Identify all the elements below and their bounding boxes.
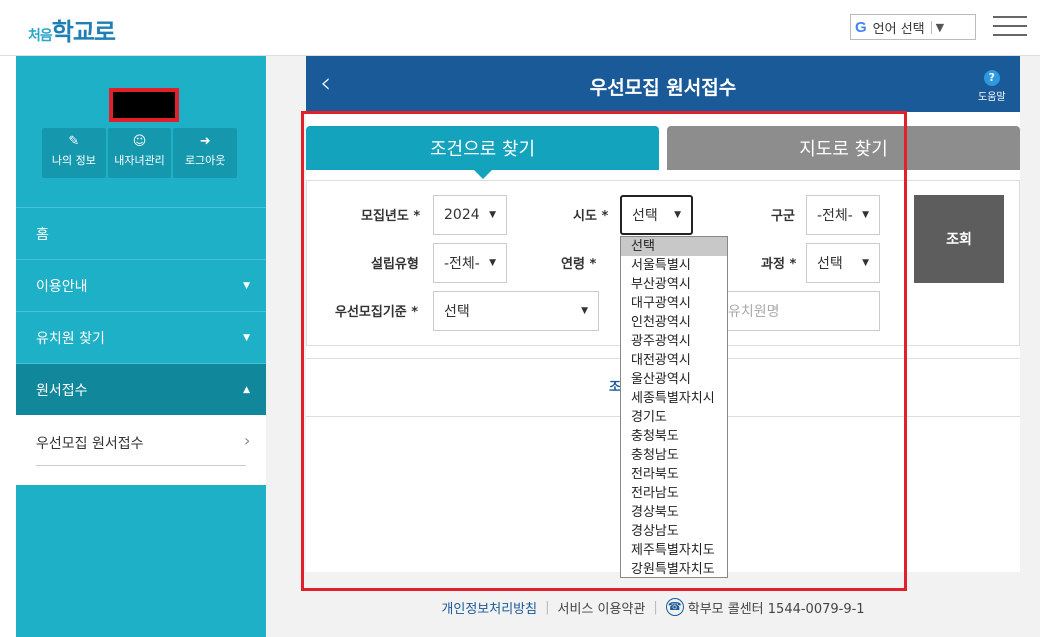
- page-header: ‹ 우선모집 원서접수 ? 도움말: [306, 56, 1020, 112]
- chevron-down-icon: ▼: [243, 280, 250, 291]
- kindergarten-name-input[interactable]: 유치원명: [719, 291, 880, 331]
- child-icon: ☺: [132, 134, 147, 149]
- dropdown-option[interactable]: 강원특별자치도: [621, 560, 727, 579]
- sidebar-item-label: 홈: [36, 226, 49, 243]
- year-value: 2024: [444, 207, 480, 223]
- sidebar-item-label: 유치원 찾기: [36, 330, 105, 347]
- criteria-value: 선택: [444, 304, 470, 320]
- logout-button[interactable]: ➜ 로그아웃: [173, 128, 238, 178]
- site-logo[interactable]: 처음학교로: [28, 12, 116, 47]
- type-value: -전체-: [444, 256, 480, 272]
- sidebar-item-label: 이용안내: [36, 278, 88, 295]
- privacy-policy-link[interactable]: 개인정보처리방침: [441, 598, 537, 617]
- chevron-up-icon: ▲: [243, 384, 250, 395]
- language-select[interactable]: G 언어 선택 ▼: [850, 14, 976, 40]
- year-label: 모집년도 *: [361, 209, 421, 224]
- sidebar-item-application[interactable]: 원서접수 ▲: [16, 363, 266, 415]
- language-dropdown-icon: ▼: [930, 20, 944, 34]
- dropdown-option[interactable]: 인천광역시: [621, 313, 727, 332]
- type-select[interactable]: -전체- ▼: [433, 243, 507, 283]
- dropdown-option[interactable]: 대구광역시: [621, 294, 727, 313]
- sidebar-item-guide[interactable]: 이용안내 ▼: [16, 259, 266, 311]
- tab-map-search[interactable]: 지도로 찾기: [667, 126, 1020, 170]
- sidebar: ✎ 나의 정보 ☺ 내자녀관리 ➜ 로그아웃 홈 이용안내 ▼ 유치원 찾기 ▼ 원서접수…: [16, 56, 266, 637]
- course-value: 선택: [817, 256, 843, 272]
- sido-value: 선택: [632, 208, 658, 224]
- dropdown-option[interactable]: 충청북도: [621, 427, 727, 446]
- dropdown-arrow-icon: ▼: [862, 258, 869, 268]
- my-info-button[interactable]: ✎ 나의 정보: [42, 128, 106, 178]
- sidebar-subitem-priority-application[interactable]: 우선모집 원서접수: [36, 433, 246, 466]
- dropdown-option[interactable]: 경기도: [621, 408, 727, 427]
- dropdown-arrow-icon: ▼: [489, 258, 496, 268]
- top-bar: 처음학교로 G 언어 선택 ▼: [0, 0, 1040, 56]
- gugun-select[interactable]: -전체- ▼: [806, 195, 880, 235]
- dropdown-arrow-icon: ▼: [674, 210, 681, 220]
- dropdown-option[interactable]: 세종특별자치시: [621, 389, 727, 408]
- dropdown-arrow-icon: ▼: [489, 210, 496, 220]
- sido-label: 시도 *: [573, 209, 609, 224]
- quick-links: ✎ 나의 정보 ☺ 내자녀관리 ➜ 로그아웃: [42, 128, 239, 178]
- dropdown-option[interactable]: 선택: [621, 237, 727, 256]
- tab-condition-search[interactable]: 조건으로 찾기: [306, 126, 659, 179]
- course-label: 과정 *: [761, 257, 797, 272]
- dropdown-arrow-icon: ▼: [581, 306, 588, 316]
- sido-select[interactable]: 선택 ▼: [620, 195, 693, 235]
- edit-icon: ✎: [68, 134, 80, 149]
- page-title: 우선모집 원서접수: [589, 77, 737, 99]
- gugun-value: -전체-: [817, 208, 853, 224]
- course-select[interactable]: 선택 ▼: [806, 243, 880, 283]
- name-placeholder: 유치원명: [728, 304, 780, 320]
- footer: 개인정보처리방침 | 서비스 이용약관 | ☎ 학부모 콜센터 1544-007…: [266, 592, 1040, 622]
- help-button[interactable]: ? 도움말: [978, 70, 1006, 103]
- search-button[interactable]: 조회: [914, 195, 1004, 283]
- logo-small-text: 처음: [28, 28, 53, 44]
- sidebar-submenu: 우선모집 원서접수 ›: [16, 415, 266, 485]
- dropdown-option[interactable]: 울산광역시: [621, 370, 727, 389]
- profile-name-redacted: [109, 88, 179, 122]
- dropdown-option[interactable]: 전라북도: [621, 465, 727, 484]
- dropdown-option[interactable]: 경상북도: [621, 503, 727, 522]
- logout-icon: ➜: [199, 134, 211, 149]
- chevron-right-icon: ›: [244, 431, 251, 450]
- help-icon: ?: [983, 70, 1000, 86]
- terms-link[interactable]: 서비스 이용약관: [558, 598, 646, 617]
- sidebar-item-find-kindergarten[interactable]: 유치원 찾기 ▼: [16, 311, 266, 363]
- sidebar-item-label: 원서접수: [36, 382, 88, 399]
- child-manage-button[interactable]: ☺ 내자녀관리: [107, 128, 172, 178]
- dropdown-arrow-icon: ▼: [862, 210, 869, 220]
- child-manage-label: 내자녀관리: [114, 154, 165, 167]
- hamburger-menu-icon[interactable]: [993, 16, 1027, 38]
- google-icon: G: [855, 18, 867, 36]
- footer-separator: |: [545, 599, 550, 615]
- dropdown-option[interactable]: 광주광역시: [621, 332, 727, 351]
- call-center-text: 학부모 콜센터 1544-0079-9-1: [687, 601, 865, 617]
- phone-icon: ☎: [665, 598, 684, 616]
- dropdown-option[interactable]: 서울특별시: [621, 256, 727, 275]
- dropdown-option[interactable]: 충청남도: [621, 446, 727, 465]
- my-info-label: 나의 정보: [51, 154, 96, 167]
- criteria-label: 우선모집기준 *: [335, 305, 419, 320]
- type-label: 설립유형: [371, 257, 419, 272]
- chevron-down-icon: ▼: [243, 332, 250, 343]
- sidebar-item-home[interactable]: 홈: [16, 207, 266, 259]
- search-tabs: 조건으로 찾기 지도로 찾기: [306, 126, 1020, 179]
- sidebar-menu: 홈 이용안내 ▼ 유치원 찾기 ▼ 원서접수 ▲ 우선모집 원서접수 ›: [16, 207, 266, 485]
- dropdown-option[interactable]: 전라남도: [621, 484, 727, 503]
- dropdown-option[interactable]: 제주특별자치도: [621, 541, 727, 560]
- logout-label: 로그아웃: [184, 154, 226, 167]
- dropdown-option[interactable]: 대전광역시: [621, 351, 727, 370]
- dropdown-option[interactable]: 경상남도: [621, 522, 727, 541]
- footer-separator: |: [653, 599, 658, 615]
- help-label: 도움말: [978, 92, 1006, 103]
- year-select[interactable]: 2024 ▼: [433, 195, 507, 235]
- logo-main-text: 학교로: [51, 17, 116, 46]
- criteria-select[interactable]: 선택 ▼: [433, 291, 599, 331]
- age-label: 연령 *: [561, 257, 597, 272]
- sido-dropdown-list: 선택 서울특별시 부산광역시 대구광역시 인천광역시 광주광역시 대전광역시 울…: [620, 236, 728, 578]
- gugun-label: 구군: [771, 209, 795, 224]
- language-label: 언어 선택: [872, 21, 925, 37]
- dropdown-option[interactable]: 부산광역시: [621, 275, 727, 294]
